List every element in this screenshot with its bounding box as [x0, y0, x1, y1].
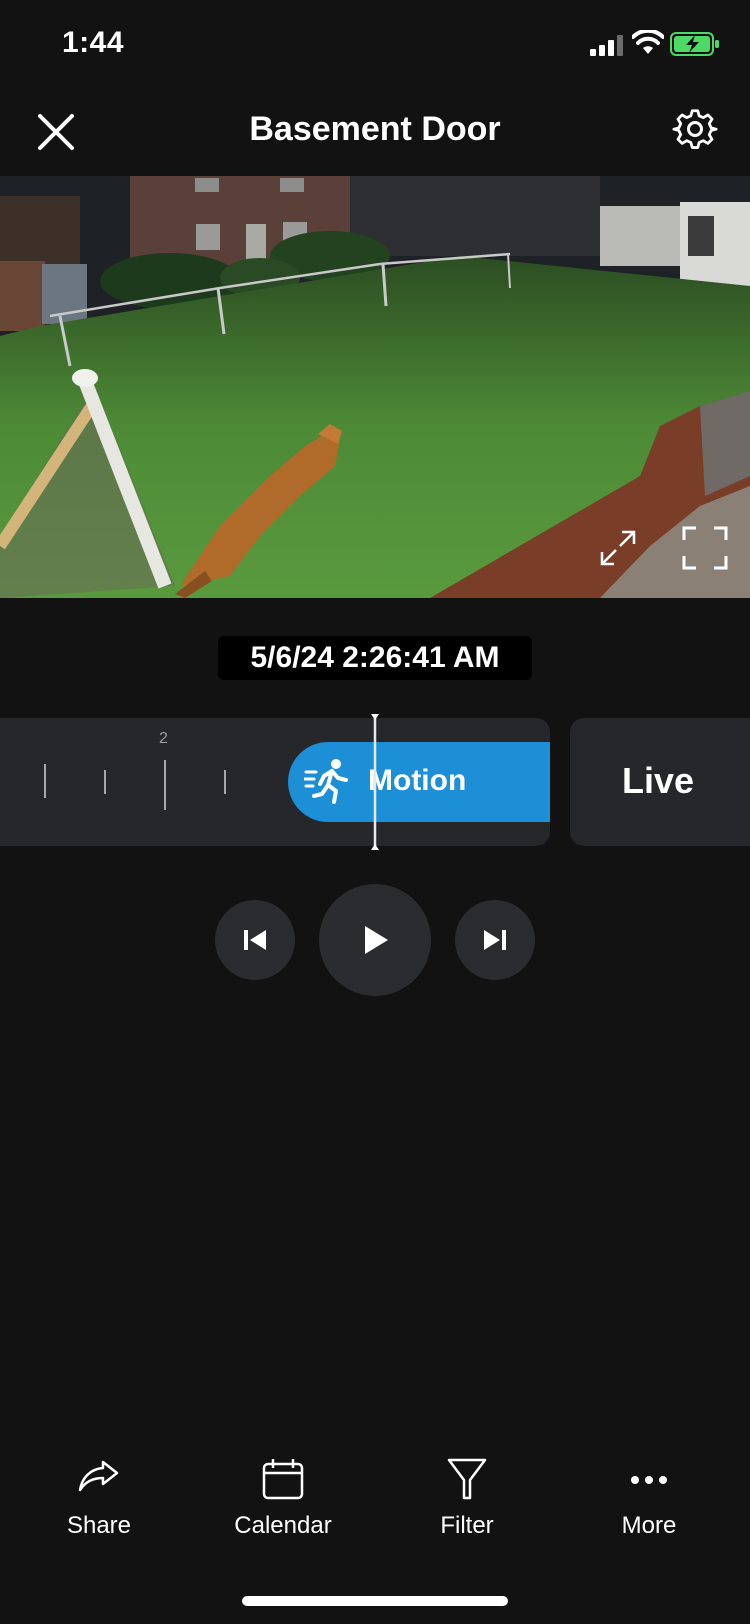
filter-button[interactable]: Filter — [392, 1440, 542, 1550]
cellular-signal-icon — [590, 35, 623, 56]
share-label: Share — [66, 1512, 132, 1539]
live-label: Live — [622, 760, 695, 801]
play-icon — [365, 926, 388, 954]
event-timestamp: 5/6/24 2:26:41 AM — [218, 636, 532, 680]
more-button[interactable]: More — [574, 1440, 724, 1550]
calendar-button[interactable]: Calendar — [208, 1440, 358, 1550]
calendar-icon — [262, 1459, 304, 1500]
timeline-tick — [44, 764, 46, 798]
motion-event-marker[interactable]: Motion — [288, 742, 550, 822]
more-icon — [631, 1476, 667, 1484]
share-icon — [78, 1460, 119, 1492]
gear-icon[interactable] — [672, 108, 718, 154]
bottom-toolbar: Share Calendar Filter More — [0, 1440, 750, 1550]
share-button[interactable]: Share — [24, 1440, 174, 1550]
event-timeline[interactable]: 2 Motion — [0, 718, 550, 846]
previous-event-button[interactable] — [215, 900, 295, 980]
previous-icon — [244, 930, 266, 950]
live-button[interactable]: Live — [570, 718, 750, 846]
next-event-button[interactable] — [455, 900, 535, 980]
more-label: More — [621, 1512, 677, 1539]
play-button[interactable] — [319, 884, 431, 996]
motion-running-person-icon — [304, 759, 348, 804]
status-time: 1:44 — [62, 26, 125, 59]
timeline-tick-label: 2 — [159, 730, 168, 747]
timeline-tick — [224, 770, 226, 794]
wifi-icon — [632, 30, 664, 54]
timeline-tick — [104, 770, 106, 794]
filter-label: Filter — [440, 1512, 494, 1539]
header: Basement Door — [0, 90, 750, 176]
status-bar: 1:44 — [0, 0, 750, 90]
next-icon — [484, 930, 506, 950]
timeline-tick-major — [164, 760, 166, 810]
motion-event-label: Motion — [368, 764, 467, 797]
filter-icon — [447, 1458, 487, 1500]
timeline-playhead[interactable] — [371, 714, 379, 850]
home-indicator[interactable] — [242, 1596, 508, 1606]
calendar-label: Calendar — [234, 1512, 332, 1539]
page-title: Basement Door — [249, 110, 501, 148]
battery-charging-icon — [670, 32, 719, 56]
expand-icon[interactable] — [598, 528, 638, 568]
video-feed[interactable] — [0, 176, 750, 598]
fullscreen-icon[interactable] — [682, 526, 728, 570]
